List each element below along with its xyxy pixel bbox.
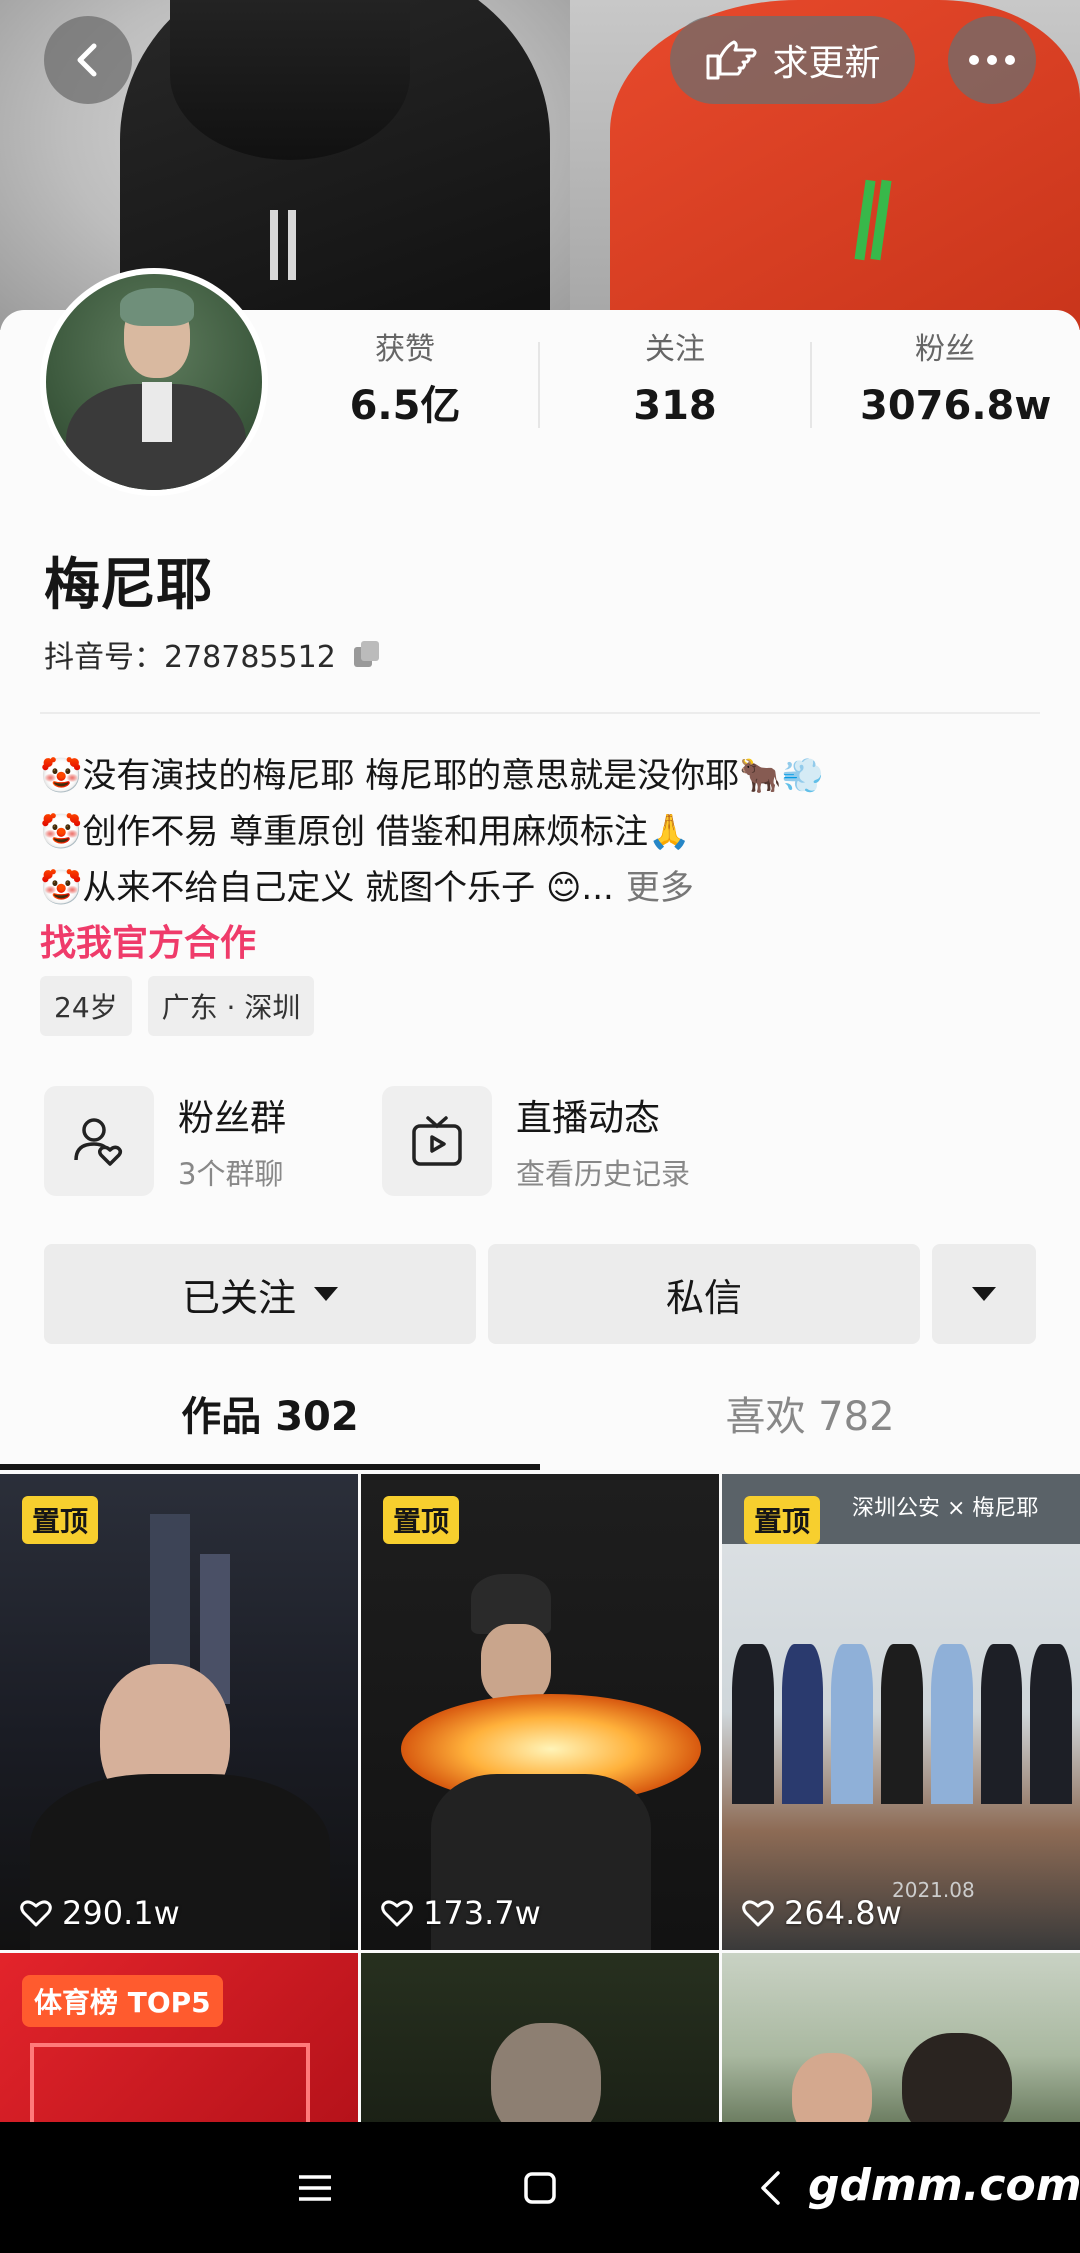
dot-icon — [987, 55, 997, 65]
stat-value: 318 — [633, 383, 717, 429]
stat-label: 获赞 — [375, 332, 435, 367]
stat-divider — [538, 342, 540, 428]
video-thumbnail[interactable] — [361, 1953, 719, 2124]
watermark: gdmm.com — [808, 2160, 1080, 2211]
content-tabs: 作品 302 喜欢 782 — [0, 1378, 1080, 1470]
video-likes: 290.1w — [20, 1894, 180, 1932]
video-grid: 置顶 290.1w 置顶 173.7w 深圳公安 × 梅尼耶 2021.08 置… — [0, 1474, 1080, 2124]
video-thumbnail[interactable]: 深圳公安 × 梅尼耶 2021.08 置顶 264.8w — [722, 1474, 1080, 1950]
pinned-badge: 置顶 — [744, 1496, 821, 1544]
ranking-badge: 体育榜 TOP5 — [22, 1975, 223, 2027]
douyin-id-text: 抖音号：278785512 — [44, 640, 336, 675]
home-button[interactable] — [505, 2122, 575, 2253]
video-likes-count: 264.8w — [784, 1894, 902, 1932]
profile-tags: 24岁 广东 · 深圳 — [40, 976, 315, 1036]
stat-followers[interactable]: 粉丝 3076.8w — [860, 330, 1052, 436]
bio-more-link[interactable]: 更多 — [626, 868, 694, 908]
fan-group-icon — [44, 1086, 154, 1196]
video-thumbnail[interactable] — [722, 1953, 1080, 2124]
stat-label: 粉丝 — [915, 332, 975, 367]
heart-icon — [742, 1900, 774, 1927]
pinned-badge: 置顶 — [22, 1496, 99, 1544]
back-button[interactable] — [44, 16, 132, 104]
tab-active-indicator — [0, 1464, 540, 1470]
message-button[interactable]: 私信 — [488, 1244, 920, 1344]
dot-icon — [1005, 55, 1015, 65]
dot-icon — [969, 55, 979, 65]
caret-down-icon — [314, 1287, 338, 1301]
bio-line: 🤡没有演技的梅尼耶 梅尼耶的意思就是没你耶🐂💨 — [40, 756, 824, 796]
stat-value: 6.5亿 — [349, 383, 461, 429]
profile-stats: 获赞 6.5亿 关注 318 粉丝 3076.8w — [0, 330, 1080, 450]
caret-down-icon — [972, 1287, 996, 1301]
bio: 🤡没有演技的梅尼耶 梅尼耶的意思就是没你耶🐂💨 🤡创作不易 尊重原创 借鉴和用麻… — [40, 748, 1040, 916]
stat-divider — [810, 342, 812, 428]
video-likes-count: 173.7w — [423, 1894, 541, 1932]
pinned-badge: 置顶 — [383, 1496, 460, 1544]
live-history-subtitle: 查看历史记录 — [516, 1157, 691, 1191]
tag-location: 广东 · 深圳 — [147, 976, 315, 1036]
fan-group-title: 粉丝群 — [178, 1098, 287, 1139]
tab-works[interactable]: 作品 302 — [0, 1378, 540, 1456]
video-thumbnail[interactable]: 体育榜 TOP5 — [0, 1953, 358, 2124]
heart-icon — [20, 1900, 52, 1927]
stat-following[interactable]: 关注 318 — [590, 330, 760, 436]
message-label: 私信 — [665, 1275, 742, 1320]
video-date: 2021.08 — [892, 1878, 975, 1902]
pointing-hand-icon — [706, 40, 757, 80]
fan-group-entry[interactable]: 粉丝群 3个群聊 — [44, 1086, 286, 1196]
stat-label: 关注 — [645, 332, 705, 367]
tv-icon — [382, 1086, 492, 1196]
tab-likes[interactable]: 喜欢 782 — [540, 1378, 1080, 1456]
video-likes: 264.8w — [742, 1894, 902, 1932]
square-icon — [524, 2171, 556, 2204]
profile-name: 梅尼耶 — [44, 553, 212, 618]
followed-button[interactable]: 已关注 — [44, 1244, 476, 1344]
live-history-entry[interactable]: 直播动态 查看历史记录 — [382, 1086, 690, 1196]
chevron-left-icon — [761, 2170, 780, 2205]
request-update-button[interactable]: 求更新 — [670, 16, 915, 104]
stat-value: 3076.8w — [860, 383, 1052, 429]
followed-label: 已关注 — [181, 1275, 296, 1320]
request-update-label: 求更新 — [772, 43, 881, 84]
chevron-left-icon — [77, 43, 97, 77]
video-thumbnail[interactable]: 置顶 173.7w — [361, 1474, 719, 1950]
copy-icon[interactable] — [352, 639, 382, 669]
video-thumbnail[interactable]: 置顶 290.1w — [0, 1474, 358, 1950]
menu-button[interactable] — [280, 2122, 350, 2253]
heart-icon — [381, 1900, 413, 1927]
stat-likes[interactable]: 获赞 6.5亿 — [320, 330, 490, 436]
bio-line-text: 🤡从来不给自己定义 就图个乐子 😊... — [40, 868, 614, 908]
video-likes: 173.7w — [381, 1894, 541, 1932]
bio-line: 🤡创作不易 尊重原创 借鉴和用麻烦标注🙏 — [40, 812, 691, 852]
official-cooperation-link[interactable]: 找我官方合作 — [40, 914, 256, 966]
action-buttons: 已关注 私信 — [44, 1244, 1036, 1344]
more-options-button[interactable] — [948, 16, 1036, 104]
douyin-id[interactable]: 抖音号：278785512 — [44, 632, 382, 676]
more-actions-dropdown[interactable] — [932, 1244, 1036, 1344]
video-overlay-title: 深圳公安 × 梅尼耶 — [852, 1496, 1039, 1521]
bio-line: 🤡从来不给自己定义 就图个乐子 😊... 更多 — [40, 860, 1040, 916]
fan-group-subtitle: 3个群聊 — [178, 1157, 284, 1191]
live-history-title: 直播动态 — [516, 1098, 661, 1139]
tag-age: 24岁 — [40, 976, 132, 1036]
menu-icon — [299, 2174, 331, 2201]
section-divider — [40, 712, 1040, 714]
system-back-button[interactable] — [740, 2122, 800, 2253]
video-likes-count: 290.1w — [62, 1894, 180, 1932]
